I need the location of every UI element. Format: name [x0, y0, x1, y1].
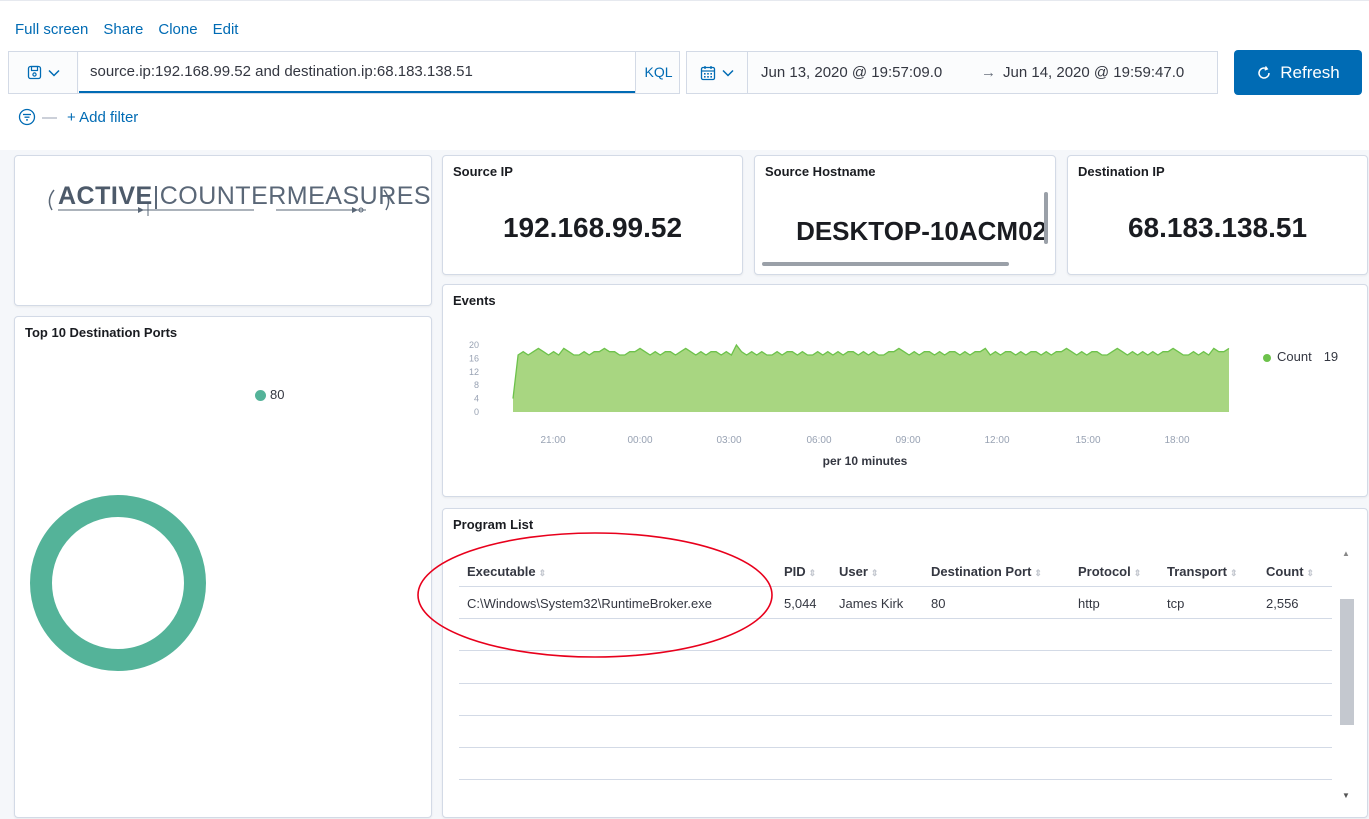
edit-link[interactable]: Edit	[213, 21, 239, 38]
source-ip-panel: Source IP 192.168.99.52	[442, 155, 743, 275]
x-axis-label: per 10 minutes	[823, 454, 908, 468]
column-header-count[interactable]: Count ⇕	[1266, 564, 1314, 579]
chevron-down-icon	[722, 69, 734, 77]
clone-link[interactable]: Clone	[158, 21, 197, 38]
top-ports-panel: Top 10 Destination Ports 80	[14, 316, 432, 818]
x-tick-label: 12:00	[984, 435, 1009, 446]
table-divider	[459, 747, 1332, 748]
cell-destination-port: 80	[931, 596, 946, 611]
legend-value: 19	[1323, 349, 1339, 364]
table-divider	[459, 779, 1332, 780]
arrow-right-icon: →	[981, 64, 996, 81]
legend-label: Count	[1277, 349, 1312, 364]
chevron-down-icon	[47, 69, 60, 77]
active-countermeasures-logo: ACTIVE|COUNTERMEASURES	[44, 182, 431, 228]
saved-query-icon	[27, 65, 41, 80]
scroll-up-icon[interactable]: ▲	[1342, 549, 1350, 558]
chart-legend[interactable]: Count 19	[1263, 349, 1338, 364]
x-tick-label: 03:00	[716, 435, 741, 446]
donut-slice-80[interactable]	[30, 495, 206, 671]
panel-title: Source Hostname	[765, 164, 876, 179]
donut-chart[interactable]	[30, 495, 206, 671]
source-hostname-panel: Source Hostname DESKTOP-10ACM02	[754, 155, 1056, 275]
sort-icon: ⇕	[1034, 568, 1042, 578]
search-input[interactable]: source.ip:192.168.99.52 and destination.…	[79, 52, 635, 93]
panel-title: Source IP	[453, 164, 513, 179]
cell-pid: 5,044	[784, 596, 817, 611]
refresh-button[interactable]: Refresh	[1234, 50, 1362, 95]
filter-bar: — + Add filter	[18, 108, 138, 126]
logo-panel	[14, 155, 432, 306]
sort-icon: ⇕	[870, 568, 879, 578]
panel-title: Destination IP	[1078, 164, 1165, 179]
filter-icon[interactable]	[18, 108, 36, 126]
end-date-button[interactable]: Jun 14, 2020 @ 19:59:47.0	[1003, 52, 1184, 94]
cell-user: James Kirk	[839, 596, 904, 611]
legend-swatch	[1263, 353, 1271, 362]
table-divider	[459, 586, 1332, 587]
source-hostname-value: DESKTOP-10ACM02	[796, 216, 1047, 246]
y-tick-label: 0	[474, 407, 479, 417]
cell-protocol: http	[1078, 596, 1100, 611]
logo-text-rest: COUNTERMEASURES	[159, 182, 432, 210]
share-link[interactable]: Share	[103, 21, 143, 38]
cell-executable: C:\Windows\System32\RuntimeBroker.exe	[467, 596, 712, 611]
events-panel: Events 0 4 8 12 16 20 21:00 00:00 03:00 06:00 09:0…	[442, 284, 1368, 497]
column-header-protocol[interactable]: Protocol ⇕	[1078, 564, 1141, 579]
column-header-destination-port[interactable]: Destination Port ⇕	[931, 564, 1042, 579]
column-header-pid[interactable]: PID ⇕	[784, 564, 816, 579]
refresh-icon	[1258, 65, 1270, 79]
vertical-scrollbar[interactable]	[1044, 192, 1048, 244]
source-ip-value: 192.168.99.52	[502, 212, 683, 243]
y-tick-label: 16	[469, 353, 479, 363]
calendar-icon	[700, 65, 716, 80]
dashboard-menu: Full screen Share Clone Edit	[15, 21, 238, 38]
start-date-button[interactable]: Jun 13, 2020 @ 19:57:09.0	[761, 52, 942, 94]
x-tick-label: 18:00	[1164, 435, 1189, 446]
x-tick-label: 21:00	[540, 435, 565, 446]
refresh-label: Refresh	[1280, 62, 1340, 82]
filter-separator: —	[42, 108, 57, 126]
sort-icon: ⇕	[538, 568, 547, 578]
logo-text-bold: ACTIVE	[58, 182, 153, 210]
scroll-down-icon[interactable]: ▼	[1342, 791, 1350, 800]
table-divider	[459, 683, 1332, 684]
sort-icon: ⇕	[1133, 568, 1142, 578]
sort-icon: ⇕	[1306, 568, 1315, 578]
table-divider	[459, 650, 1332, 651]
sort-icon: ⇕	[1229, 568, 1238, 578]
y-tick-label: 4	[474, 394, 479, 404]
destination-ip-panel: Destination IP 68.183.138.51	[1067, 155, 1368, 275]
y-tick-label: 8	[474, 380, 479, 390]
full-screen-link[interactable]: Full screen	[15, 21, 88, 38]
cell-transport: tcp	[1167, 596, 1185, 611]
destination-ip-value: 68.183.138.51	[1127, 212, 1308, 243]
column-header-transport[interactable]: Transport ⇕	[1167, 564, 1238, 579]
query-bar: source.ip:192.168.99.52 and destination.…	[8, 51, 680, 94]
horizontal-scrollbar[interactable]	[762, 262, 1009, 266]
x-tick-label: 15:00	[1075, 435, 1100, 446]
x-tick-label: 09:00	[895, 435, 920, 446]
column-header-user[interactable]: User ⇕	[839, 564, 878, 579]
column-header-executable[interactable]: Executable ⇕	[467, 564, 546, 579]
x-tick-label: 06:00	[806, 435, 831, 446]
table-scrollbar-track[interactable]: ▲ ▼	[1340, 545, 1354, 805]
saved-query-button[interactable]	[9, 52, 78, 93]
date-quick-select-button[interactable]	[686, 51, 748, 94]
date-range-picker: Jun 13, 2020 @ 19:57:09.0 → Jun 14, 2020…	[748, 51, 1218, 94]
kql-toggle-button[interactable]: KQL	[635, 52, 681, 93]
program-list-panel: Program List ▲ ▼	[442, 508, 1368, 818]
x-tick-label: 00:00	[627, 435, 652, 446]
add-filter-button[interactable]: + Add filter	[67, 109, 138, 126]
scrollbar-thumb[interactable]	[1340, 599, 1354, 725]
table-divider	[459, 618, 1332, 619]
table-divider	[459, 715, 1332, 716]
sort-icon: ⇕	[808, 568, 817, 578]
y-tick-label: 20	[469, 340, 479, 350]
cell-count: 2,556	[1266, 596, 1299, 611]
y-tick-label: 12	[469, 367, 479, 377]
panel-title: Program List	[453, 517, 534, 532]
events-area-chart[interactable]: 0 4 8 12 16 20 21:00 00:00 03:00 06:00 09:00 12:00 1…	[443, 285, 1367, 496]
